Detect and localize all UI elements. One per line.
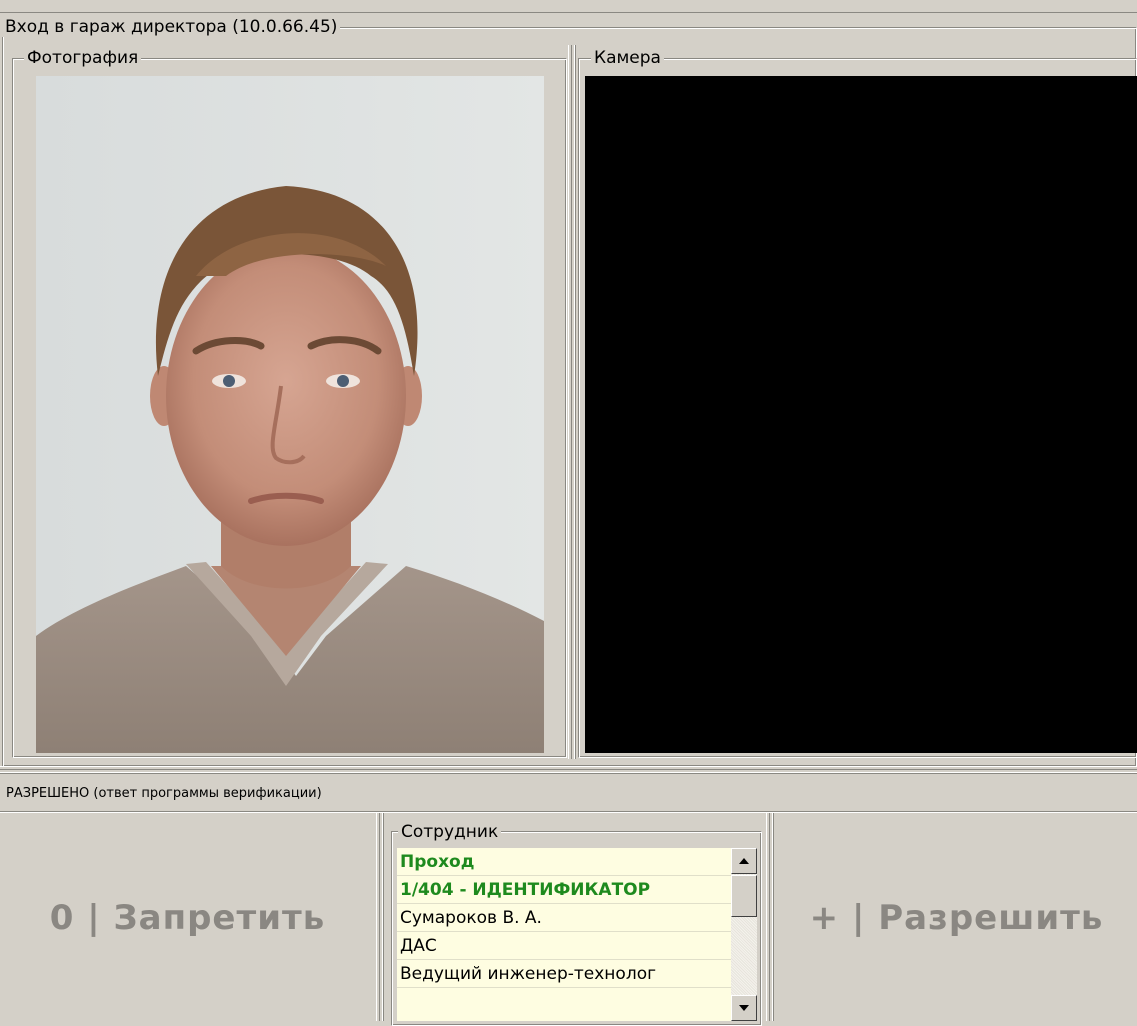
scroll-down-button[interactable] bbox=[731, 995, 757, 1021]
list-item: Сумароков В. А. bbox=[397, 904, 731, 932]
list-item: ДАС bbox=[397, 932, 731, 960]
vertical-splitter[interactable] bbox=[568, 45, 576, 759]
bottom-separator bbox=[0, 811, 1137, 813]
employee-label: Сотрудник bbox=[398, 822, 502, 842]
scrollbar-thumb[interactable] bbox=[731, 875, 757, 917]
top-edge bbox=[0, 12, 1137, 13]
photo-label: Фотография bbox=[24, 48, 142, 68]
list-item: Ведущий инженер-технолог bbox=[397, 960, 731, 988]
list-item: 1/404 - ИДЕНТИФИКАТОР bbox=[397, 876, 731, 904]
list-scrollbar[interactable] bbox=[731, 848, 757, 1021]
scroll-up-arrow-icon bbox=[739, 858, 749, 864]
list-item: Проход bbox=[397, 848, 731, 876]
deny-button[interactable]: 0 | Запретить bbox=[0, 815, 375, 1021]
employee-left-splitter[interactable] bbox=[376, 813, 384, 1021]
camera-label: Камера bbox=[591, 48, 664, 68]
horizontal-splitter[interactable] bbox=[0, 766, 1137, 774]
scroll-down-arrow-icon bbox=[739, 1005, 749, 1011]
scroll-up-button[interactable] bbox=[731, 848, 757, 874]
window-title: Вход в гараж директора (10.0.66.45) bbox=[2, 17, 341, 37]
employee-right-splitter[interactable] bbox=[766, 813, 774, 1021]
portrait-image bbox=[36, 76, 544, 753]
employee-info-list[interactable]: Проход 1/404 - ИДЕНТИФИКАТОР Сумароков В… bbox=[397, 848, 731, 1021]
camera-view bbox=[585, 76, 1137, 753]
allow-button[interactable]: + | Разрешить bbox=[776, 815, 1137, 1021]
verification-status: РАЗРЕШЕНО (ответ программы верификации) bbox=[6, 786, 322, 801]
employee-photo bbox=[36, 76, 544, 753]
